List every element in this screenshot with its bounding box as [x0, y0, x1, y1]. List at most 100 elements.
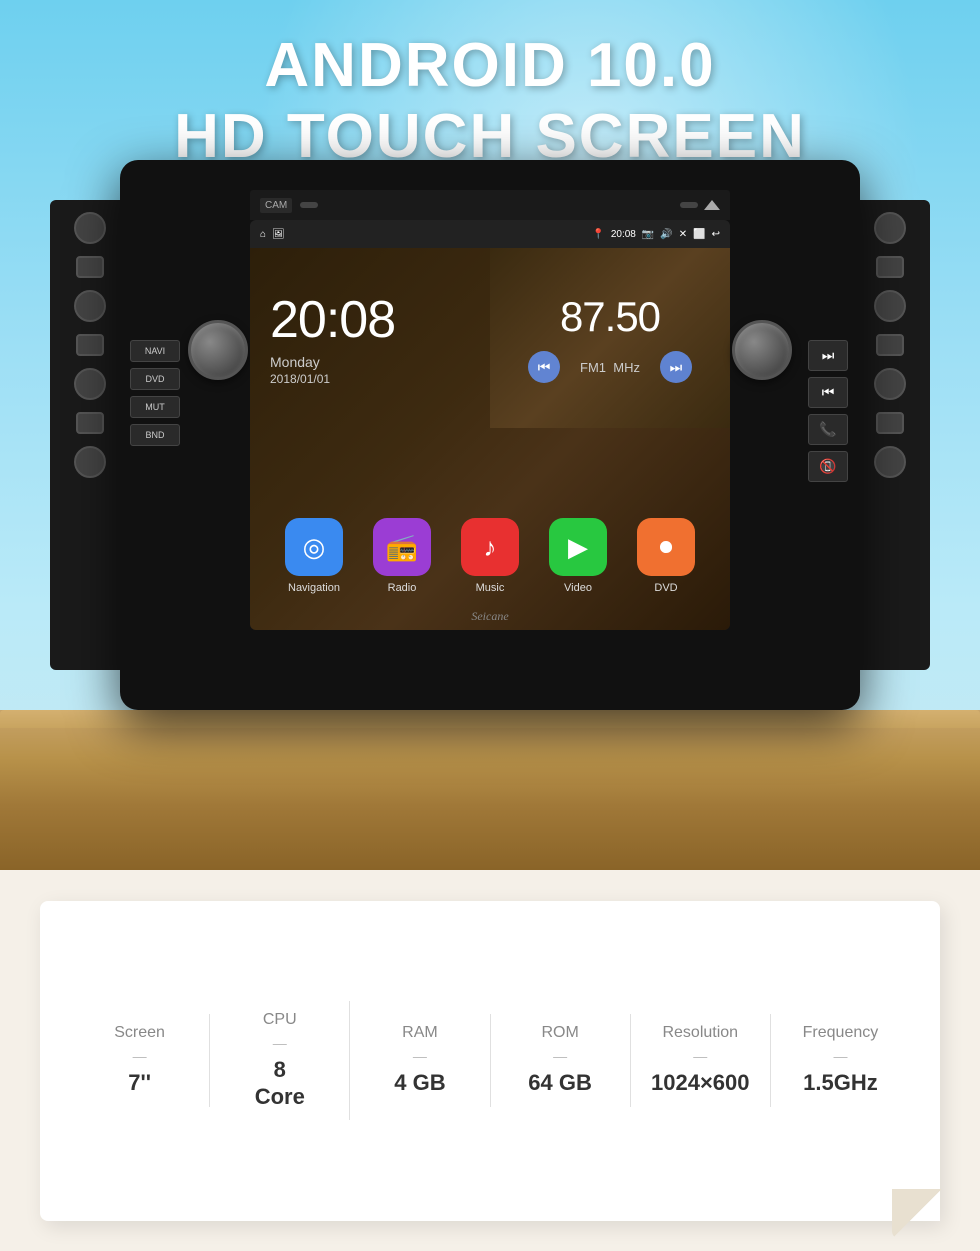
- top-bar-right: [680, 200, 720, 210]
- bracket-hole: [874, 212, 906, 244]
- status-left: ⌂ 🖼: [260, 229, 285, 240]
- spec-frequency: Frequency — 1.5GHz: [771, 1014, 910, 1106]
- spec-frequency-label: Frequency: [803, 1024, 879, 1042]
- hero-section: ANDROID 10.0 HD TOUCH SCREEN: [0, 0, 980, 870]
- spec-divider: —: [413, 1048, 427, 1064]
- phone-end-button[interactable]: 📵: [808, 451, 848, 482]
- app-video[interactable]: ▶ Video: [549, 518, 607, 594]
- spec-cpu-value: 8Core: [255, 1057, 305, 1110]
- status-bar: ⌂ 🖼 📍 20:08 📷 🔊 ✕ ⬜ ↩: [250, 220, 730, 248]
- spec-screen-label: Screen: [114, 1024, 165, 1042]
- outer-frame: CAM NAVI DVD MUT BND: [120, 160, 860, 710]
- info-panel: 20:08 Monday 2018/01/01 87.50 ⏮ FM1 MHz: [250, 248, 730, 428]
- music-icon[interactable]: ♪: [461, 518, 519, 576]
- radio-label-text: Radio: [388, 582, 417, 594]
- bracket-slot: [876, 412, 904, 434]
- left-bracket: [50, 200, 130, 670]
- navigation-label: Navigation: [288, 582, 340, 594]
- bracket-hole: [74, 368, 106, 400]
- navigation-icon[interactable]: ◎: [285, 518, 343, 576]
- home-icon[interactable]: ⌂: [260, 229, 266, 240]
- car-unit: CAM NAVI DVD MUT BND: [120, 160, 860, 760]
- top-bar: CAM: [250, 190, 730, 220]
- dvd-button[interactable]: DVD: [130, 368, 180, 390]
- spec-frequency-value: 1.5GHz: [803, 1070, 878, 1096]
- radio-section: 87.50 ⏮ FM1 MHz ⏭: [490, 248, 730, 428]
- spec-ram-label: RAM: [402, 1024, 438, 1042]
- dvd-label: DVD: [654, 582, 677, 594]
- media-icon: 🖼: [272, 229, 285, 240]
- screen-content: 20:08 Monday 2018/01/01 87.50 ⏮ FM1 MHz: [250, 248, 730, 630]
- bracket-slot: [76, 334, 104, 356]
- spec-rom: ROM — 64 GB: [491, 1014, 631, 1106]
- app-dvd[interactable]: ⏺ DVD: [637, 518, 695, 594]
- navi-button[interactable]: NAVI: [130, 340, 180, 362]
- top-indicator: [680, 202, 698, 208]
- spec-divider: —: [833, 1048, 847, 1064]
- right-knob[interactable]: [732, 320, 792, 380]
- bracket-hole: [874, 368, 906, 400]
- bracket-slot: [76, 412, 104, 434]
- left-knob[interactable]: [188, 320, 248, 380]
- spec-divider: —: [693, 1048, 707, 1064]
- screen-area: ⌂ 🖼 📍 20:08 📷 🔊 ✕ ⬜ ↩: [250, 220, 730, 630]
- top-indicator: [300, 202, 318, 208]
- radio-next-button[interactable]: ⏭: [660, 351, 692, 383]
- app-music[interactable]: ♪ Music: [461, 518, 519, 594]
- music-label: Music: [476, 582, 505, 594]
- title-line1: ANDROID 10.0: [0, 30, 980, 101]
- location-icon: 📍: [592, 229, 604, 240]
- right-bracket: [850, 200, 930, 670]
- spec-divider: —: [273, 1035, 287, 1051]
- skip-forward-button[interactable]: ⏭: [808, 340, 848, 371]
- spec-screen: Screen — 7'': [70, 1014, 210, 1106]
- spec-resolution-label: Resolution: [662, 1024, 738, 1042]
- apps-row: ◎ Navigation 📻 Radio ♪ Music ▶: [250, 503, 730, 609]
- time-display: 20:08: [270, 290, 470, 350]
- phone-answer-button[interactable]: 📞: [808, 414, 848, 445]
- bracket-slot: [76, 256, 104, 278]
- status-time: 20:08: [611, 229, 636, 240]
- skip-back-button[interactable]: ⏮: [808, 377, 848, 408]
- spec-resolution-value: 1024×600: [651, 1070, 750, 1096]
- time-section: 20:08 Monday 2018/01/01: [250, 248, 490, 428]
- bracket-hole: [874, 290, 906, 322]
- bracket-hole: [74, 212, 106, 244]
- dvd-icon[interactable]: ⏺: [637, 518, 695, 576]
- eject-icon: [704, 200, 720, 210]
- side-buttons-right: ⏭ ⏮ 📞 📵: [808, 340, 848, 482]
- app-radio[interactable]: 📻 Radio: [373, 518, 431, 594]
- cam-label: CAM: [260, 198, 292, 213]
- bracket-slot: [876, 334, 904, 356]
- spec-rom-value: 64 GB: [528, 1070, 592, 1096]
- close-icon: ✕: [679, 229, 687, 240]
- camera-icon: 📷: [642, 229, 654, 240]
- spec-ram: RAM — 4 GB: [350, 1014, 490, 1106]
- spec-screen-value: 7'': [128, 1070, 151, 1096]
- specs-paper: Screen — 7'' CPU — 8Core RAM — 4 GB ROM …: [40, 901, 940, 1221]
- radio-band-label: FM1 MHz: [580, 360, 640, 375]
- app-navigation[interactable]: ◎ Navigation: [285, 518, 343, 594]
- side-buttons-left: NAVI DVD MUT BND: [130, 340, 180, 446]
- seicane-watermark: Seicane: [250, 609, 730, 630]
- window-icon: ⬜: [693, 229, 705, 240]
- spec-cpu-label: CPU: [263, 1011, 297, 1029]
- spec-ram-value: 4 GB: [394, 1070, 445, 1096]
- bracket-hole: [74, 290, 106, 322]
- bracket-hole: [874, 446, 906, 478]
- video-icon[interactable]: ▶: [549, 518, 607, 576]
- back-icon: ↩: [712, 229, 720, 240]
- hero-title: ANDROID 10.0 HD TOUCH SCREEN: [0, 30, 980, 172]
- bnd-button[interactable]: BND: [130, 424, 180, 446]
- frequency-display: 87.50: [560, 293, 660, 341]
- spec-resolution: Resolution — 1024×600: [631, 1014, 771, 1106]
- specs-section: Screen — 7'' CPU — 8Core RAM — 4 GB ROM …: [0, 870, 980, 1251]
- radio-prev-button[interactable]: ⏮: [528, 351, 560, 383]
- spec-rom-label: ROM: [541, 1024, 578, 1042]
- spec-divider: —: [133, 1048, 147, 1064]
- spec-cpu: CPU — 8Core: [210, 1001, 350, 1120]
- mut-button[interactable]: MUT: [130, 396, 180, 418]
- radio-icon[interactable]: 📻: [373, 518, 431, 576]
- volume-icon: 🔊: [660, 229, 672, 240]
- spec-divider: —: [553, 1048, 567, 1064]
